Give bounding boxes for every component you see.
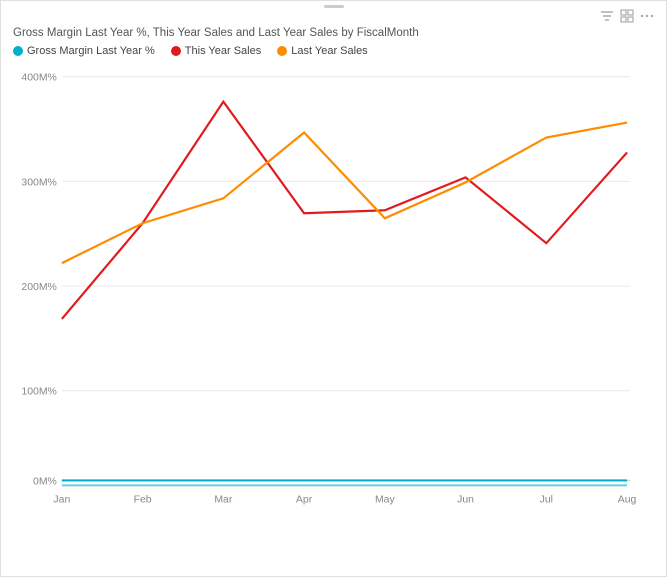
- y-label-300: 300M%: [21, 177, 56, 188]
- x-label-aug: Aug: [618, 494, 637, 505]
- more-options-icon[interactable]: [640, 9, 654, 26]
- legend-item-this-year-sales: This Year Sales: [171, 45, 261, 57]
- drag-handle[interactable]: [324, 5, 344, 8]
- y-label-100: 100M%: [21, 387, 56, 398]
- expand-icon[interactable]: [620, 9, 634, 26]
- legend-label-last-year-sales: Last Year Sales: [291, 45, 367, 57]
- legend-dot-last-year-sales: [277, 46, 287, 56]
- chart-area: 400M% 300M% 200M% 100M% 0M% Jan Feb Mar …: [17, 61, 650, 531]
- legend-dot-gross-margin: [13, 46, 23, 56]
- legend-dot-this-year-sales: [171, 46, 181, 56]
- x-label-may: May: [375, 494, 396, 505]
- y-label-400: 400M%: [21, 73, 56, 84]
- y-label-200: 200M%: [21, 282, 56, 293]
- chart-container: Gross Margin Last Year %, This Year Sale…: [0, 0, 667, 577]
- y-label-0: 0M%: [33, 476, 57, 487]
- filter-icon[interactable]: [600, 9, 614, 26]
- x-label-jan: Jan: [53, 494, 70, 505]
- legend: Gross Margin Last Year % This Year Sales…: [13, 45, 658, 57]
- last-year-sales-line: [62, 123, 627, 264]
- toolbar: [600, 7, 658, 30]
- chart-title: Gross Margin Last Year %, This Year Sale…: [13, 27, 658, 39]
- x-label-apr: Apr: [296, 494, 313, 505]
- x-label-feb: Feb: [134, 494, 152, 505]
- legend-label-this-year-sales: This Year Sales: [185, 45, 261, 57]
- legend-item-last-year-sales: Last Year Sales: [277, 45, 367, 57]
- x-label-jun: Jun: [457, 494, 474, 505]
- legend-label-gross-margin: Gross Margin Last Year %: [27, 45, 155, 57]
- x-label-mar: Mar: [214, 494, 233, 505]
- chart-svg: 400M% 300M% 200M% 100M% 0M% Jan Feb Mar …: [17, 61, 650, 531]
- x-label-jul: Jul: [540, 494, 553, 505]
- legend-item-gross-margin: Gross Margin Last Year %: [13, 45, 155, 57]
